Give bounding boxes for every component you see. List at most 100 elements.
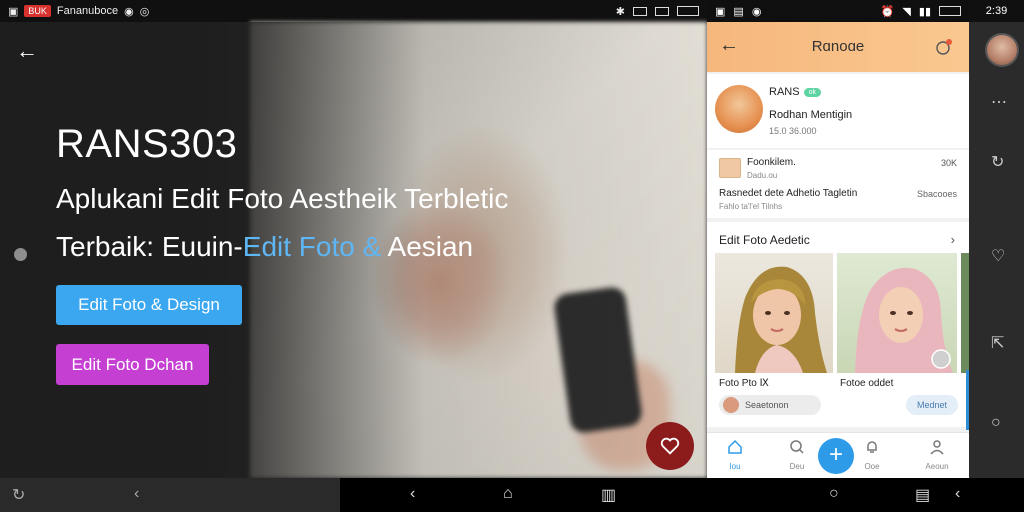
profile-name-row: RANS ok (769, 86, 821, 98)
nav-home-label: Iou (729, 462, 741, 471)
chevron-right-icon[interactable]: › (951, 232, 955, 247)
verified-badge: ok (803, 87, 821, 97)
nav-home-icon[interactable]: ⌂ (503, 485, 513, 503)
instagram-icon: ◎ (139, 5, 150, 18)
hero-title: RANS303 (56, 122, 238, 166)
plus-icon: + (828, 441, 843, 468)
profile-name: RANS (769, 86, 800, 98)
gallery-caption-left: Foto Pto Ⅸ (719, 378, 769, 389)
post-link[interactable]: Sbacooes (917, 189, 957, 199)
bluetooth-icon: ✱ (615, 5, 625, 18)
search-icon (790, 440, 804, 454)
circle-icon[interactable]: ○ (991, 414, 1001, 432)
gallery-chip-left[interactable]: Seaetonon (719, 395, 821, 415)
whatsapp-icon: ◉ (751, 5, 762, 18)
heart-icon (660, 437, 680, 455)
phone-back-icon[interactable]: ‹ (955, 485, 960, 503)
phone-home-icon[interactable]: ○ (829, 485, 839, 503)
battery-icon (677, 6, 699, 16)
gallery-image-right[interactable] (837, 253, 957, 373)
status-bar-right: 2:39 (969, 0, 1024, 22)
heart-outline-icon[interactable]: ♡ (991, 246, 1005, 266)
alarm-icon: ⏰ (880, 5, 895, 18)
hero-line2-prefix: Terbaik: Euuin- (56, 231, 243, 262)
add-post-button[interactable]: + (818, 438, 854, 474)
post-card[interactable]: Foonkilem. Dadu.ou 30K Rasnedet dete Adh… (707, 150, 969, 218)
nav-back-icon[interactable]: ‹ (410, 485, 415, 503)
profile-meta: 15.0 36.000 (769, 126, 817, 136)
post-thumbnail (719, 158, 741, 178)
gallery-icon: ▣ (715, 5, 726, 18)
user-icon (930, 440, 944, 455)
screen-root: ▣ BUK Fananuboce ◉ ◎ ✱ ← RANS303 Aplukan… (0, 0, 1024, 512)
status-title: Fananuboce (56, 5, 119, 17)
gallery-image-left[interactable] (715, 253, 833, 373)
woman-portrait-right (855, 267, 953, 373)
hero-subtitle-line2: Terbaik: Euuin-Edit Foto & Aesian (56, 231, 473, 263)
profile-card[interactable]: RANS ok Rodhan Mentigin 15.0 36.000 (707, 74, 969, 148)
edit-design-button[interactable]: Edit Foto & Design (56, 285, 242, 325)
gallery-caption-right: Fotoe oddet (840, 378, 894, 389)
nav-account[interactable]: Aeoun (917, 439, 957, 471)
hero-line2-suffix: Aesian (381, 231, 474, 262)
left-panel: ▣ BUK Fananuboce ◉ ◎ ✱ ← RANS303 Aplukan… (0, 0, 707, 512)
status-bar-phone: ▣ ▤ ◉ ⏰ ◥ ▮▮ (707, 0, 969, 22)
gallery-card: Edit Foto Aedetic › Foto Pto Ⅸ Fotoe odd… (707, 222, 969, 427)
nav-search-label: Deu (789, 462, 805, 471)
post-subtitle: Dadu.ou (747, 171, 778, 180)
wifi-icon: ◥ (902, 5, 911, 18)
bottom-nav: Iou Deu + Ooe Aeoun (707, 432, 969, 478)
status-bar-left: ▣ BUK Fananuboce ◉ ◎ ✱ (0, 0, 707, 22)
cast-icon (655, 6, 669, 16)
gallery-chip-right[interactable]: Mednet (906, 395, 958, 415)
nav-recents-icon[interactable]: ▥ (601, 485, 616, 505)
right-sidebar: 2:39 ⋯ ↻ ♡ ⇱ ○ (969, 0, 1024, 512)
side-handle[interactable] (14, 248, 27, 261)
hero-subtitle-line1: Aplukani Edit Foto Aestheik Terbletic (56, 183, 509, 214)
effects-icon[interactable] (933, 37, 955, 62)
status-badge: BUK (24, 5, 51, 17)
notification-icon: ▣ (8, 5, 19, 18)
nav-notifications[interactable]: Ooe (852, 439, 892, 471)
nav-bar-phone: ○ ▤ ‹ (707, 478, 969, 512)
bell-icon (867, 441, 877, 453)
nav-search[interactable]: Deu (777, 439, 817, 471)
nav-account-label: Aeoun (925, 462, 949, 471)
edit-foto-button[interactable]: Edit Foto Dchan (56, 344, 209, 385)
nav-notifications-label: Ooe (864, 462, 880, 471)
nav-bar-middle: ‹ ⌂ ▥ (340, 478, 707, 512)
phone-recents-icon[interactable]: ▤ (915, 485, 930, 505)
camera-icon: ◉ (124, 5, 134, 18)
app-bar-title: Rɑnoɑe (811, 38, 865, 55)
back-arrow-icon[interactable]: ← (16, 38, 38, 64)
screen-icon (633, 6, 647, 16)
woman-portrait-left (735, 266, 827, 373)
post-description: Fahlo ta'l'el Tilnhs (719, 202, 783, 211)
chevron-left-icon[interactable]: ‹ (134, 485, 139, 503)
gallery-image-peek[interactable] (961, 253, 969, 373)
signal-icon: ▮▮ (918, 5, 931, 18)
share-icon[interactable]: ⇱ (991, 333, 1004, 353)
nav-home[interactable]: Iou (715, 439, 755, 471)
hero-line2-highlight: Edit Foto & (242, 231, 382, 262)
app-bar: ← Rɑnoɑe (707, 22, 969, 72)
rotate-icon[interactable]: ↻ (991, 152, 1004, 172)
sim-icon: ▤ (733, 5, 744, 18)
phone-battery-icon (939, 6, 961, 16)
profile-avatar[interactable] (715, 85, 763, 133)
more-icon[interactable]: ⋯ (991, 92, 1007, 112)
chip-avatar (723, 397, 739, 413)
nav-bar-right (969, 478, 1024, 512)
post-author: Foonkilem. (747, 157, 796, 168)
post-title: Rasnedet dete Adhetio Tagletin (719, 188, 858, 199)
home-icon (728, 439, 742, 454)
user-avatar[interactable] (985, 33, 1019, 67)
nav-bar-left: ↻ ‹ (0, 478, 340, 512)
gallery-chip-left-label: Seaetonon (745, 400, 789, 410)
post-count: 30K (940, 158, 957, 168)
gallery-title: Edit Foto Aedetic (719, 233, 810, 247)
phone-screen: ▣ ▤ ◉ ⏰ ◥ ▮▮ ← Rɑnoɑe RANS ok Rodhan Men… (707, 0, 969, 478)
refresh-icon[interactable]: ↻ (12, 485, 25, 505)
profile-subtitle: Rodhan Mentigin (769, 109, 853, 121)
floating-action-button[interactable] (646, 422, 694, 470)
